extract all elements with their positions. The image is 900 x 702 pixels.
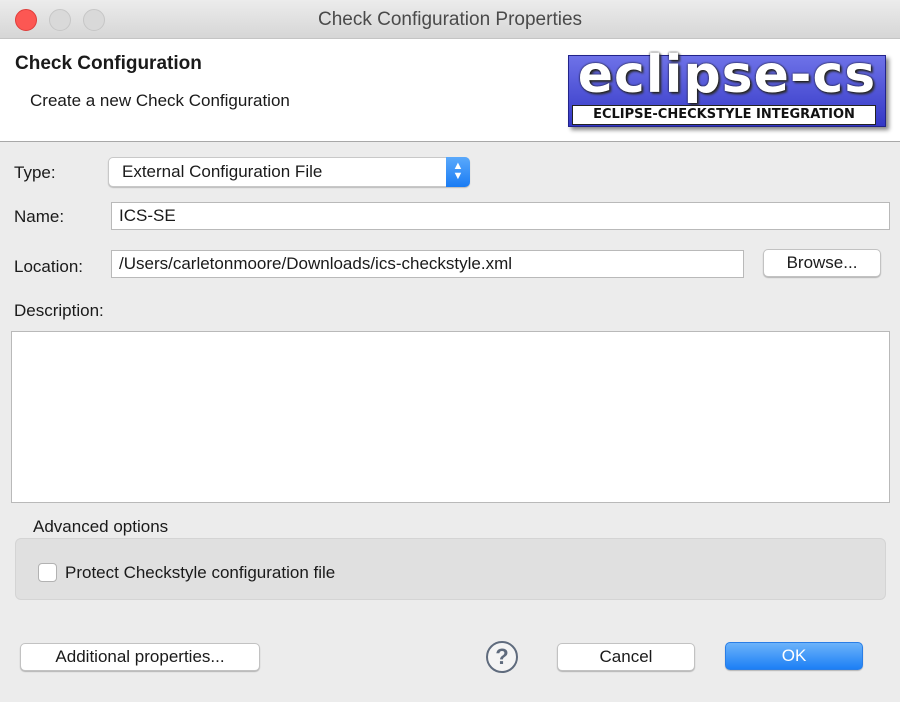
advanced-options-group: Protect Checkstyle configuration file: [15, 538, 886, 600]
window-title: Check Configuration Properties: [317, 9, 583, 30]
protect-config-label[interactable]: Protect Checkstyle configuration file: [65, 563, 335, 583]
additional-properties-button[interactable]: Additional properties...: [20, 643, 260, 671]
advanced-options-title: Advanced options: [33, 517, 169, 536]
dialog-subtitle: Create a new Check Configuration: [30, 91, 290, 110]
dialog-header: Check Configuration Create a new Check C…: [0, 39, 900, 142]
logo-text: eclipse-cs: [577, 45, 877, 105]
type-select-value: External Configuration File: [122, 162, 323, 181]
select-arrows-icon: ▲ ▼: [446, 157, 470, 187]
description-label: Description:: [14, 301, 104, 320]
dialog-title: Check Configuration: [15, 53, 202, 74]
location-input[interactable]: /Users/carletonmoore/Downloads/ics-check…: [111, 250, 744, 278]
protect-config-checkbox[interactable]: [38, 563, 57, 582]
title-bar: Check Configuration Properties: [0, 0, 900, 39]
location-label: Location:: [14, 257, 83, 276]
type-select[interactable]: External Configuration File ▲ ▼: [108, 157, 470, 187]
cancel-button[interactable]: Cancel: [557, 643, 695, 671]
ok-button[interactable]: OK: [725, 642, 863, 670]
help-icon[interactable]: ?: [486, 641, 518, 673]
name-label: Name:: [14, 207, 65, 226]
browse-button[interactable]: Browse...: [763, 249, 881, 277]
type-label: Type:: [14, 163, 56, 182]
eclipse-cs-logo: eclipse-cs ECLIPSE-CHECKSTYLE INTEGRATIO…: [564, 45, 890, 131]
description-textarea[interactable]: [11, 331, 890, 503]
name-input[interactable]: ICS-SE: [111, 202, 890, 230]
logo-tagline: ECLIPSE-CHECKSTYLE INTEGRATION: [572, 105, 876, 125]
